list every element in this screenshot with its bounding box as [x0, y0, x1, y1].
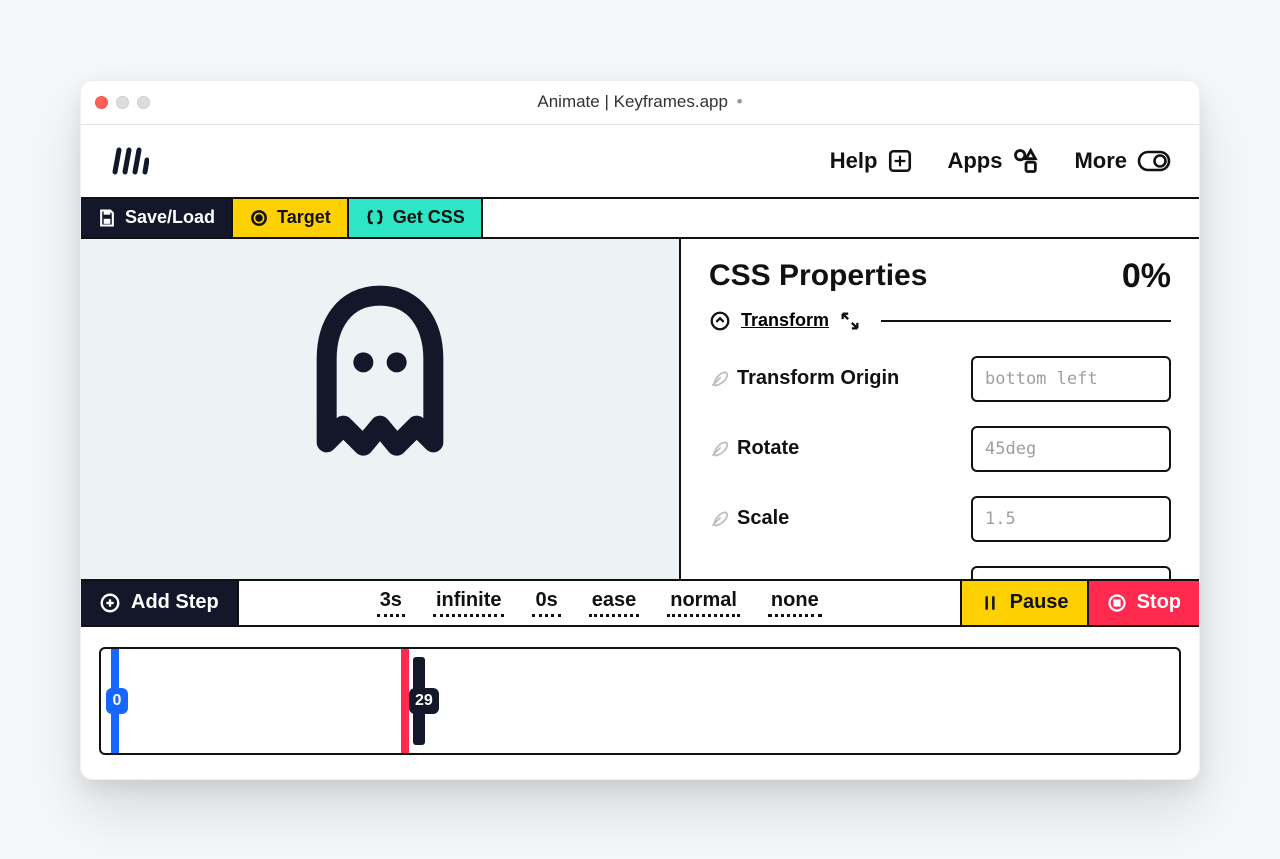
properties-percent: 0% [1122, 257, 1171, 296]
prop-row-scale: Scale [709, 496, 1171, 542]
ghost-icon [295, 279, 465, 479]
param-delay[interactable]: 0s [532, 589, 560, 617]
window-controls [95, 96, 150, 109]
titlebar: Animate | Keyframes.app • [81, 81, 1199, 125]
app-logo[interactable] [109, 144, 149, 178]
prop-row-translate: Translate [709, 566, 1171, 579]
toggle-icon [1137, 150, 1171, 172]
transform-section-header[interactable]: Transform [709, 310, 1171, 332]
expand-icon[interactable] [839, 310, 861, 332]
save-load-button[interactable]: Save/Load [81, 199, 233, 237]
target-button[interactable]: Target [233, 199, 349, 237]
param-fill[interactable]: none [768, 589, 822, 617]
prop-label-transform-origin: Transform Origin [737, 367, 899, 390]
prop-row-transform-origin: Transform Origin [709, 356, 1171, 402]
animation-params: 3s infinite 0s ease normal none [239, 581, 960, 625]
pause-icon [980, 593, 1000, 613]
get-css-label: Get CSS [393, 207, 465, 228]
add-step-button[interactable]: Add Step [81, 581, 239, 625]
param-direction[interactable]: normal [667, 589, 740, 617]
maximize-window-button[interactable] [137, 96, 150, 109]
window-title-text: Animate | Keyframes.app [537, 92, 728, 111]
input-transform-origin[interactable] [971, 356, 1171, 402]
prop-row-rotate: Rotate [709, 426, 1171, 472]
nav-help[interactable]: Help [830, 148, 914, 174]
app-window: Animate | Keyframes.app • Help [80, 80, 1200, 780]
feather-icon [709, 369, 729, 389]
save-icon [97, 208, 117, 228]
playback-controls: Add Step 3s infinite 0s ease normal none… [81, 579, 1199, 627]
feather-icon [709, 439, 729, 459]
pause-button[interactable]: Pause [960, 581, 1087, 625]
input-translate[interactable] [971, 566, 1171, 579]
keyframe-marker-0-label: 0 [106, 688, 128, 714]
prop-label-rotate: Rotate [737, 437, 799, 460]
transform-section-label: Transform [741, 310, 829, 331]
timeline-track[interactable]: 0 29 [99, 647, 1181, 755]
stop-button[interactable]: Stop [1087, 581, 1199, 625]
param-iteration[interactable]: infinite [433, 589, 505, 617]
stop-label: Stop [1137, 591, 1181, 614]
main-area: CSS Properties 0% Transform Transform Or… [81, 239, 1199, 579]
nav-more-label: More [1074, 148, 1127, 174]
top-nav: Help Apps More [81, 125, 1199, 197]
nav-help-label: Help [830, 148, 878, 174]
window-title: Animate | Keyframes.app • [81, 92, 1199, 112]
nav-apps[interactable]: Apps [947, 147, 1040, 175]
target-icon [249, 208, 269, 228]
param-duration[interactable]: 3s [377, 589, 405, 617]
plus-circle-icon [99, 592, 121, 614]
section-divider [881, 320, 1171, 322]
stop-icon [1107, 593, 1127, 613]
keyframe-marker-29-label: 29 [409, 688, 439, 714]
target-label: Target [277, 207, 331, 228]
minimize-window-button[interactable] [116, 96, 129, 109]
close-window-button[interactable] [95, 96, 108, 109]
feather-icon [709, 509, 729, 529]
keyframe-marker-29[interactable]: 29 [413, 657, 425, 745]
braces-icon [365, 208, 385, 228]
modified-dot: • [737, 92, 743, 111]
save-load-label: Save/Load [125, 207, 215, 228]
input-scale[interactable] [971, 496, 1171, 542]
collapse-up-icon [709, 310, 731, 332]
get-css-button[interactable]: Get CSS [349, 199, 483, 237]
shapes-icon [1012, 147, 1040, 175]
keyframe-marker-0[interactable]: 0 [111, 649, 119, 753]
sparkle-icon [887, 148, 913, 174]
nav-more[interactable]: More [1074, 148, 1171, 174]
input-rotate[interactable] [971, 426, 1171, 472]
logo-icon [109, 144, 149, 178]
param-easing[interactable]: ease [589, 589, 640, 617]
pause-label: Pause [1010, 591, 1069, 614]
timeline: 0 29 [81, 627, 1199, 779]
add-step-label: Add Step [131, 591, 219, 614]
nav-apps-label: Apps [947, 148, 1002, 174]
action-toolbar: Save/Load Target Get CSS [81, 197, 1199, 239]
playhead[interactable] [401, 649, 409, 753]
properties-heading: CSS Properties [709, 259, 927, 293]
properties-panel: CSS Properties 0% Transform Transform Or… [681, 239, 1199, 579]
prop-label-scale: Scale [737, 507, 789, 530]
preview-canvas[interactable] [81, 239, 681, 579]
